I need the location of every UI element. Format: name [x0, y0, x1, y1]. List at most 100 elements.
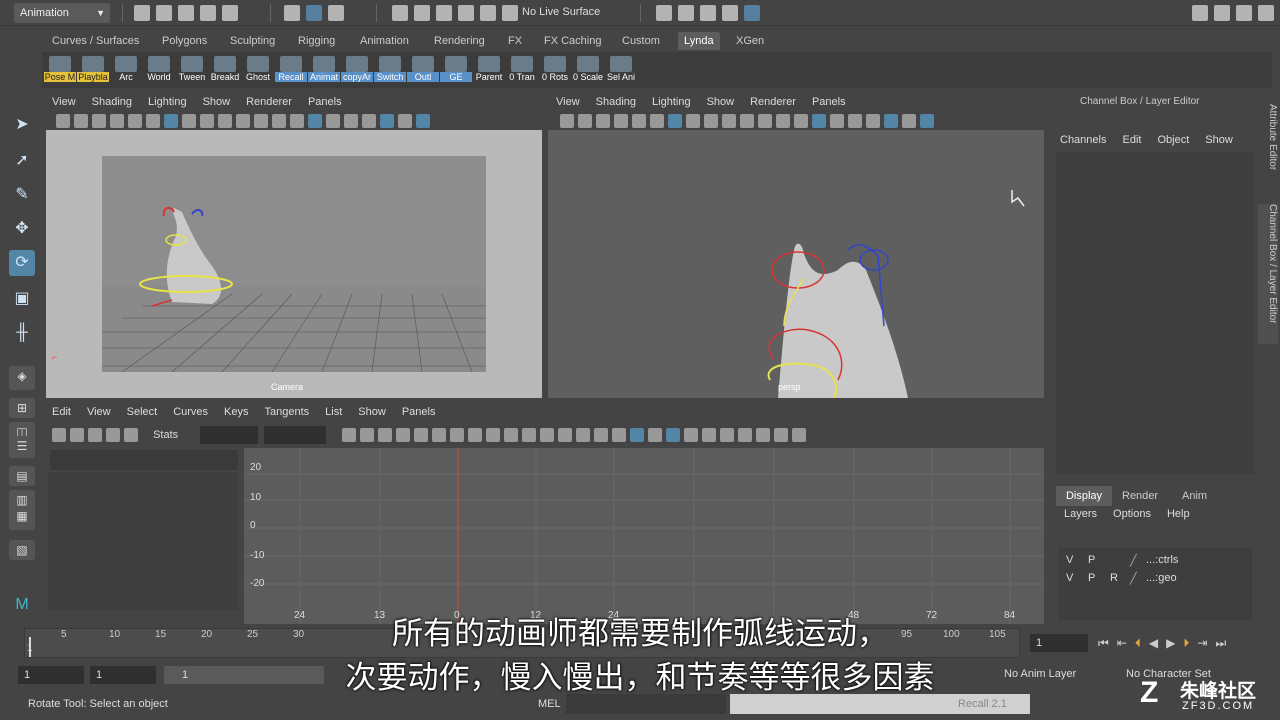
layer-visibility[interactable]: V [1066, 572, 1088, 584]
shadows-icon[interactable] [866, 114, 880, 128]
shelf-button-outliner[interactable]: Outl [407, 56, 439, 86]
uv-editor-layout-icon[interactable]: ▧ [9, 540, 35, 560]
attribute-editor-icon[interactable] [1214, 5, 1230, 21]
gate-mask-icon[interactable] [722, 114, 736, 128]
break-tangents-icon[interactable] [558, 428, 572, 442]
shelf-button-tween[interactable]: Tween [176, 56, 208, 86]
ge-menu-keys[interactable]: Keys [224, 406, 248, 418]
shelf-button-playblast[interactable]: Playbla [77, 56, 109, 86]
ge-menu-list[interactable]: List [325, 406, 342, 418]
auto-tangent-icon[interactable] [396, 428, 410, 442]
xray-icon[interactable] [398, 114, 412, 128]
ge-menu-tangents[interactable]: Tangents [265, 406, 310, 418]
grid-icon[interactable] [668, 114, 682, 128]
shelf-button-zero-translate[interactable]: 0 Tran [506, 56, 538, 86]
menu-shading[interactable]: Shading [596, 96, 636, 108]
bookmark-icon[interactable] [596, 114, 610, 128]
field-chart-icon[interactable] [740, 114, 754, 128]
four-view-layout-icon[interactable]: ⊞ [9, 398, 35, 418]
script-editor-layout-icon[interactable]: ▦ [9, 506, 35, 530]
time-snap-icon[interactable] [666, 428, 680, 442]
scale-tool-icon[interactable]: ▣ [9, 286, 35, 312]
persp-viewport[interactable]: persp [548, 130, 1044, 399]
wireframe-icon[interactable] [290, 114, 304, 128]
shelf-button-graph-editor[interactable]: GE [440, 56, 472, 86]
select-component-icon[interactable] [328, 5, 344, 21]
select-hierarchy-icon[interactable] [284, 5, 300, 21]
shelf-tab-lynda[interactable]: Lynda [678, 32, 720, 50]
cb-menu-object[interactable]: Object [1157, 134, 1189, 146]
xray-icon[interactable] [902, 114, 916, 128]
gate-mask-icon[interactable] [218, 114, 232, 128]
redo-icon[interactable] [222, 5, 238, 21]
normalize-icon[interactable] [702, 428, 716, 442]
select-tool-icon[interactable]: ➤ [9, 112, 35, 138]
safe-title-icon[interactable] [272, 114, 286, 128]
swap-buffer-icon[interactable] [540, 428, 554, 442]
resolution-gate-icon[interactable] [704, 114, 718, 128]
textured-icon[interactable] [830, 114, 844, 128]
free-tangent-icon[interactable] [594, 428, 608, 442]
linear-tangent-icon[interactable] [450, 428, 464, 442]
shelf-button-breakdown[interactable]: Breakd [209, 56, 241, 86]
graph-view[interactable]: 20 10 0 -10 -20 24 13 0 12 24 48 72 84 [244, 448, 1044, 624]
move-tool-icon[interactable]: ✥ [9, 216, 35, 242]
region-key-icon[interactable] [106, 428, 120, 442]
shelf-button-zero-scale[interactable]: 0 Scale [572, 56, 604, 86]
ge-menu-panels[interactable]: Panels [402, 406, 436, 418]
tab-display[interactable]: Display [1056, 486, 1112, 506]
layer-menu-options[interactable]: Options [1113, 508, 1151, 520]
modeling-toolkit-icon[interactable] [1192, 5, 1208, 21]
lights-icon[interactable] [848, 114, 862, 128]
menu-lighting[interactable]: Lighting [652, 96, 691, 108]
buffer-curve-icon[interactable] [522, 428, 536, 442]
shelf-tab-animation[interactable]: Animation [354, 32, 415, 50]
ge-menu-select[interactable]: Select [127, 406, 158, 418]
camera-attr-icon[interactable] [74, 114, 88, 128]
layer-visibility[interactable]: V [1066, 554, 1088, 566]
render-view-icon[interactable] [656, 5, 672, 21]
grid-icon[interactable] [164, 114, 178, 128]
flat-tangent-icon[interactable] [468, 428, 482, 442]
resolution-gate-icon[interactable] [200, 114, 214, 128]
menu-show[interactable]: Show [203, 96, 231, 108]
last-tool-icon[interactable]: ╫ [9, 320, 35, 346]
select-object-icon[interactable] [306, 5, 322, 21]
menu-set-dropdown[interactable]: Animation ▼ [14, 3, 110, 23]
cb-menu-edit[interactable]: Edit [1122, 134, 1141, 146]
layer-row[interactable]: V P ╱ ...:ctrls [1066, 552, 1246, 568]
pre-infinity-icon[interactable] [738, 428, 752, 442]
undo-icon[interactable] [200, 5, 216, 21]
smooth-shade-icon[interactable] [308, 114, 322, 128]
wireframe-icon[interactable] [794, 114, 808, 128]
shelf-button-world[interactable]: World [143, 56, 175, 86]
menu-show[interactable]: Show [707, 96, 735, 108]
shelf-button-copy-arc[interactable]: copyAr [341, 56, 373, 86]
spline-tangent-icon[interactable] [414, 428, 428, 442]
shelf-tab-xgen[interactable]: XGen [730, 32, 770, 50]
shelf-button-arc[interactable]: Arc [110, 56, 142, 86]
shadows-icon[interactable] [362, 114, 376, 128]
center-view-icon[interactable] [378, 428, 392, 442]
camera-attr-icon[interactable] [578, 114, 592, 128]
single-view-layout-icon[interactable]: ◈ [9, 366, 35, 390]
frame-playback-icon[interactable] [360, 428, 374, 442]
render-frame-icon[interactable] [678, 5, 694, 21]
menu-panels[interactable]: Panels [812, 96, 846, 108]
plateau-tangent-icon[interactable] [504, 428, 518, 442]
tab-render[interactable]: Render [1122, 486, 1158, 506]
shelf-button-zero-rotate[interactable]: 0 Rots [539, 56, 571, 86]
shelf-tab-rendering[interactable]: Rendering [428, 32, 491, 50]
xray-joints-icon[interactable] [416, 114, 430, 128]
insert-key-icon[interactable] [70, 428, 84, 442]
grease-pencil-icon[interactable] [650, 114, 664, 128]
tool-settings-icon[interactable] [1236, 5, 1252, 21]
move-key-icon[interactable] [52, 428, 66, 442]
trax-icon[interactable] [792, 428, 806, 442]
open-scene-icon[interactable] [156, 5, 172, 21]
isolate-icon[interactable] [380, 114, 394, 128]
rotate-tool-icon[interactable]: ⟳ [9, 250, 35, 276]
layer-name[interactable]: ...:ctrls [1146, 554, 1178, 566]
menu-panels[interactable]: Panels [308, 96, 342, 108]
layer-reference[interactable]: R [1110, 572, 1130, 584]
